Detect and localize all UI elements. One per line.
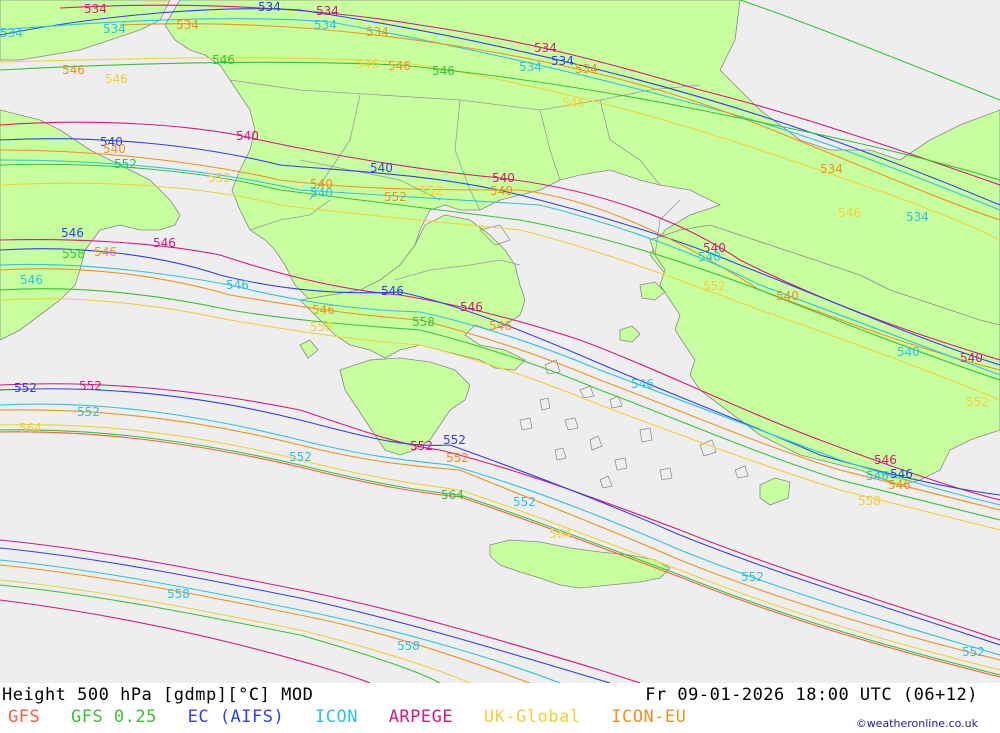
contour-label: 552 — [420, 184, 443, 198]
contour-label: 552 — [14, 381, 37, 395]
map-title: Height 500 hPa [gdmp][°C] MOD — [2, 685, 314, 705]
contour-label: 546 — [61, 226, 84, 240]
contour-label: 558 — [858, 494, 881, 508]
contour-label: 546 — [212, 53, 235, 67]
contour-label: 540 — [897, 345, 920, 359]
contour-label: 534 — [575, 62, 598, 76]
contour-label: 546 — [94, 245, 117, 259]
contour-label: 546 — [62, 63, 85, 77]
contour-label: 540 — [370, 161, 393, 175]
contour-label: 552 — [208, 171, 231, 185]
contour-label: 552 — [79, 379, 102, 393]
contour-label: 564 — [19, 421, 42, 435]
contour-label: 534 — [176, 18, 199, 32]
contour-label: 552 — [703, 279, 726, 293]
contour-label: 534 — [519, 60, 542, 74]
contour-label: 546 — [874, 453, 897, 467]
contour-label: 534 — [551, 54, 574, 68]
contour-label: 546 — [460, 300, 483, 314]
map-footer: Height 500 hPa [gdmp][°C] MOD Fr 09-01-2… — [0, 683, 1000, 733]
contour-label: 534 — [316, 4, 339, 18]
contour-label: 552 — [443, 433, 466, 447]
contour-label: 552 — [966, 395, 989, 409]
contour-label: 552 — [289, 450, 312, 464]
contour-label: 546 — [356, 57, 379, 71]
contour-label: 546 — [312, 303, 335, 317]
contour-label: 552 — [384, 190, 407, 204]
contour-label: 546 — [20, 273, 43, 287]
contour-label: 534 — [820, 162, 843, 176]
legend-gfs-025: GFS 0.25 — [70, 707, 157, 727]
contour-label: 558 — [310, 320, 333, 334]
contour-label: 534 — [906, 210, 929, 224]
contour-label: 564 — [441, 488, 464, 502]
contour-label: 552 — [962, 645, 985, 659]
legend-ec-aifs: EC (AIFS) — [187, 707, 285, 727]
contour-label: 558 — [397, 639, 420, 653]
contour-label: 552 — [513, 495, 536, 509]
legend-arpege: ARPEGE — [388, 707, 454, 727]
contour-label: 552 — [741, 570, 764, 584]
contour-label: 552 — [446, 451, 469, 465]
credit-link[interactable]: ©weatheronline.co.uk — [856, 717, 978, 730]
contour-label: 546 — [388, 59, 411, 73]
contour-label: 546 — [432, 64, 455, 78]
contour-label: 540 — [698, 250, 721, 264]
contour-label: 540 — [492, 171, 515, 185]
contour-label: 540 — [310, 186, 333, 200]
contour-label: 546 — [631, 377, 654, 391]
contour-label: 546 — [888, 478, 911, 492]
contour-label: 552 — [114, 157, 137, 171]
contour-label: 546 — [838, 206, 861, 220]
model-legend: GFS GFS 0.25 EC (AIFS) ICON ARPEGE UK-Gl… — [8, 707, 706, 727]
contour-label: 540 — [103, 142, 126, 156]
contour-label: 540 — [960, 351, 983, 365]
contour-label: 534 — [534, 41, 557, 55]
forecast-datetime: Fr 09-01-2026 18:00 UTC (06+12) — [645, 685, 978, 705]
legend-icon: ICON — [314, 707, 358, 727]
contour-label: 534 — [314, 18, 337, 32]
contour-label: 534 — [103, 22, 126, 36]
contour-label: 552 — [410, 439, 433, 453]
contour-label: 546 — [489, 319, 512, 333]
contour-label: 534 — [258, 0, 281, 14]
legend-icon-eu: ICON-EU — [611, 707, 687, 727]
contour-label: 546 — [866, 469, 889, 483]
legend-gfs: GFS — [8, 707, 41, 727]
contour-label: 534 — [0, 26, 23, 40]
weather-map: 534 534 534 534 534 534 534 534 534 534 … — [0, 0, 1000, 683]
contour-label: 546 — [562, 96, 585, 110]
legend-uk-global: UK-Global — [483, 707, 581, 727]
contour-label: 534 — [84, 2, 107, 16]
contour-label: 558 — [167, 587, 190, 601]
contour-label: 534 — [366, 25, 389, 39]
contour-label: 564 — [549, 527, 572, 541]
contour-label: 546 — [105, 72, 128, 86]
contour-label: 546 — [153, 236, 176, 250]
contour-label: 546 — [226, 278, 249, 292]
contour-label: 540 — [236, 129, 259, 143]
contour-label: 546 — [381, 284, 404, 298]
contour-label: 552 — [77, 405, 100, 419]
contour-label: 558 — [412, 315, 435, 329]
contour-label: 540 — [490, 184, 513, 198]
map-canvas: 534 534 534 534 534 534 534 534 534 534 … — [0, 0, 1000, 683]
contour-label: 558 — [62, 247, 85, 261]
contour-label: 540 — [776, 289, 799, 303]
